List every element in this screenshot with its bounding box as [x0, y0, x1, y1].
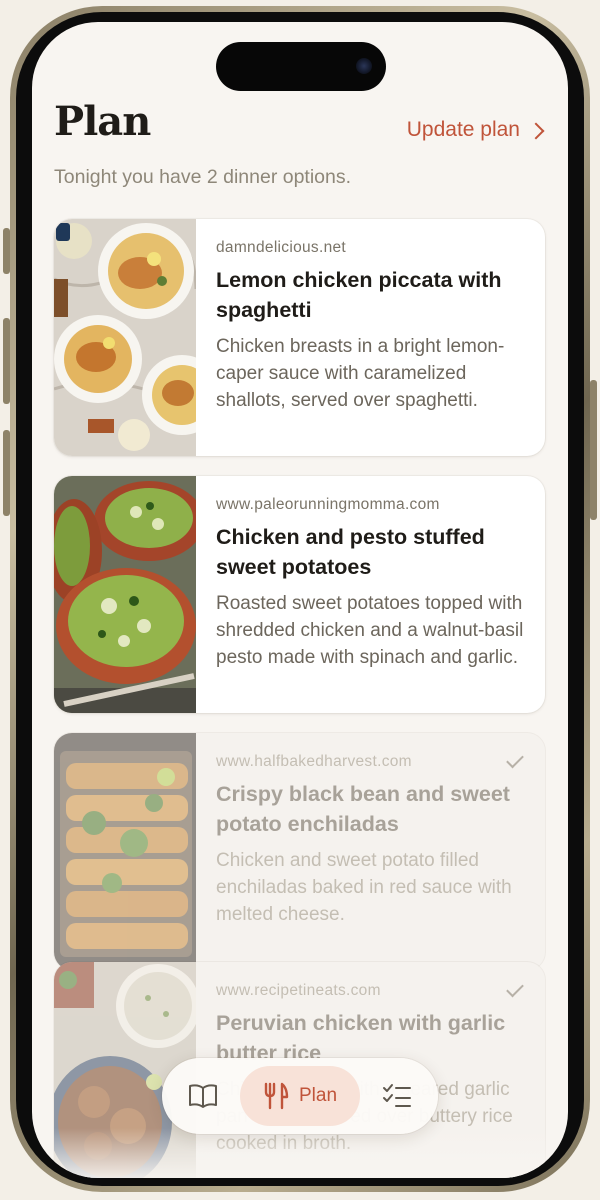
- recipe-card-lemon-chicken-piccata[interactable]: damndelicious.net Lemon chicken piccata …: [54, 219, 545, 456]
- recipe-title: Crispy black bean and sweet potato enchi…: [216, 782, 510, 836]
- update-plan-link[interactable]: Update plan: [406, 118, 545, 142]
- page-subtitle: Tonight you have 2 dinner options.: [54, 166, 352, 188]
- recipe-source: www.paleorunningmomma.com: [216, 496, 440, 513]
- recipe-source: www.halfbakedharvest.com: [216, 753, 412, 770]
- recipe-card-black-bean-enchiladas[interactable]: www.halfbakedharvest.com Crispy black be…: [54, 733, 545, 970]
- recipe-photo-black-bean-enchiladas: [54, 733, 196, 970]
- book-open-icon: [189, 1084, 217, 1108]
- recipe-description: Chicken and sweet potato filled enchilad…: [216, 850, 512, 925]
- recipe-source: www.recipetineats.com: [216, 982, 381, 999]
- camera-icon: [356, 58, 372, 74]
- recipe-photo-lemon-chicken-piccata: [54, 219, 196, 456]
- page-title: Plan: [54, 98, 151, 145]
- app-screen: Plan Update plan Tonight you have 2 dinn…: [32, 22, 568, 1178]
- recipe-source: damndelicious.net: [216, 239, 347, 256]
- recipe-description: Chicken breasts in a bright lemon-caper …: [216, 336, 505, 411]
- recipe-photo-pesto-sweet-potatoes: [54, 476, 196, 713]
- dynamic-island: [216, 42, 386, 91]
- recipe-card-pesto-sweet-potatoes[interactable]: www.paleorunningmomma.com Chicken and pe…: [54, 476, 545, 713]
- recipe-description: Roasted sweet potatoes topped with shred…: [216, 593, 524, 668]
- checklist-icon: [383, 1084, 411, 1107]
- update-plan-label: Update plan: [406, 118, 520, 141]
- tab-recipes[interactable]: [176, 1058, 230, 1134]
- side-button-power: [590, 380, 597, 520]
- side-button-volume-up: [3, 318, 10, 404]
- side-button-volume-down: [3, 430, 10, 516]
- tab-plan[interactable]: Plan: [240, 1058, 360, 1134]
- side-button-action: [3, 228, 10, 274]
- chevron-right-icon: [527, 122, 545, 139]
- recipe-title: Chicken and pesto stuffed sweet potatoes: [216, 525, 485, 579]
- recipe-title: Lemon chicken piccata with spaghetti: [216, 268, 502, 322]
- tab-plan-label: Plan: [298, 1085, 338, 1106]
- tab-bar: Plan: [162, 1058, 438, 1134]
- tab-checklist[interactable]: [370, 1058, 424, 1134]
- fork-knife-icon: [264, 1082, 289, 1110]
